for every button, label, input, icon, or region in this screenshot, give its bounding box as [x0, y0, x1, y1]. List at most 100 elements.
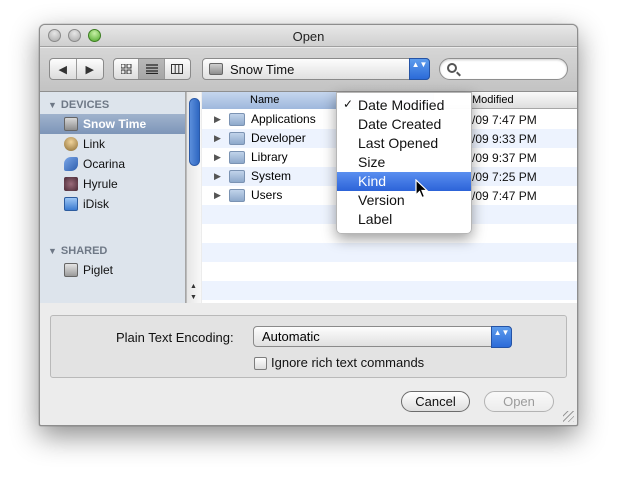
folder-icon: [229, 189, 245, 202]
sidebar-item-label: Hyrule: [83, 177, 118, 191]
sidebar-item-label: Ocarina: [83, 157, 126, 171]
menu-item-last-opened[interactable]: Last Opened: [337, 134, 471, 153]
ocarina-icon: [64, 157, 78, 171]
sidebar: ▼ DEVICES Snow Time Link Ocarina Hyrule i…: [40, 92, 186, 303]
toolbar: ◀ ▶ Snow Time ▲▼: [40, 48, 577, 92]
checkmark-icon: ✓: [343, 97, 354, 111]
menu-item-kind[interactable]: Kind: [337, 172, 471, 191]
encoding-label: Plain Text Encoding:: [116, 330, 234, 345]
title-bar: Open: [40, 25, 577, 47]
empty-row: [202, 281, 577, 300]
column-view-button[interactable]: [165, 59, 190, 79]
column-options-menu: ✓ Date Modified Date Created Last Opened…: [336, 92, 472, 234]
ignore-rich-text-label[interactable]: Ignore rich text commands: [271, 355, 424, 370]
sidebar-section-title: SHARED: [60, 245, 108, 257]
folder-icon: [229, 151, 245, 164]
popup-arrows-icon: ▲▼: [491, 326, 512, 348]
sidebar-item-piglet[interactable]: Piglet: [40, 260, 185, 280]
location-popup-label: Snow Time: [230, 62, 295, 77]
sidebar-section-shared[interactable]: ▼ SHARED: [48, 245, 107, 257]
sidebar-item-hyrule[interactable]: Hyrule: [40, 174, 185, 194]
file-date: /09 7:47 PM: [472, 113, 537, 127]
mouse-pointer-icon: [415, 179, 429, 199]
file-date: /09 7:47 PM: [472, 189, 537, 203]
back-arrow-icon: ◀: [58, 63, 67, 76]
folder-icon: [229, 132, 245, 145]
disclosure-triangle-icon: ▼: [48, 100, 57, 110]
disclosure-triangle-icon[interactable]: ▶: [214, 190, 221, 201]
link-icon: [64, 137, 78, 151]
disclosure-triangle-icon[interactable]: ▶: [214, 133, 221, 144]
file-name: Library: [251, 150, 288, 164]
navigation-segmented-control: ◀ ▶: [49, 58, 104, 80]
sidebar-item-label: Link: [83, 137, 106, 151]
file-date: /09 7:25 PM: [472, 170, 537, 184]
empty-row: [202, 262, 577, 281]
list-view-button[interactable]: [139, 59, 165, 79]
ignore-rich-text-checkbox[interactable]: [254, 357, 267, 370]
menu-item-version[interactable]: Version: [337, 191, 471, 210]
open-button[interactable]: Open: [484, 391, 554, 412]
menu-item-date-modified[interactable]: ✓ Date Modified: [337, 96, 471, 115]
idisk-icon: [64, 197, 78, 211]
sidebar-item-idisk[interactable]: iDisk: [40, 194, 185, 214]
hard-drive-icon: [64, 117, 78, 131]
sidebar-item-label: Snow Time: [83, 117, 147, 131]
disclosure-triangle-icon[interactable]: ▶: [214, 171, 221, 182]
menu-item-date-created[interactable]: Date Created: [337, 115, 471, 134]
sidebar-item-label: Piglet: [83, 263, 114, 277]
menu-item-size[interactable]: Size: [337, 153, 471, 172]
location-popup[interactable]: Snow Time ▲▼: [202, 58, 430, 80]
network-computer-icon: [64, 263, 78, 277]
sidebar-item-link[interactable]: Link: [40, 134, 185, 154]
column-view-icon: [171, 64, 184, 74]
resize-grip-icon[interactable]: [563, 411, 574, 422]
encoding-options-panel: Plain Text Encoding: Automatic ▲▼ Ignore…: [50, 315, 567, 378]
folder-icon: [229, 113, 245, 126]
list-view-icon: [145, 64, 158, 74]
back-button[interactable]: ◀: [50, 59, 77, 79]
empty-row: [202, 243, 577, 262]
sidebar-scrollbar[interactable]: ▲ ▼: [186, 92, 201, 303]
icon-view-button[interactable]: [114, 59, 140, 79]
scroll-down-arrow-icon[interactable]: ▼: [190, 294, 199, 301]
view-mode-segmented-control: [113, 58, 191, 80]
menu-item-label: Kind: [358, 173, 387, 189]
search-input[interactable]: [462, 61, 562, 77]
hard-drive-icon: [209, 63, 223, 75]
open-dialog-window: Open ◀ ▶ Snow Time ▲▼ ▼ DEVICES Snow Tim…: [39, 24, 578, 426]
icon-view-icon: [120, 64, 132, 74]
sidebar-section-devices[interactable]: ▼ DEVICES: [48, 99, 109, 111]
folder-icon: [229, 170, 245, 183]
file-name: System: [251, 169, 292, 183]
popup-arrows-icon: ▲▼: [409, 58, 430, 80]
menu-item-label: Date Modified: [358, 97, 445, 113]
file-name: Developer: [251, 131, 306, 145]
file-name: Applications: [251, 112, 316, 126]
hyrule-icon: [64, 177, 78, 191]
menu-item-label: Label: [358, 211, 393, 227]
file-name: Users: [251, 188, 283, 202]
sidebar-item-ocarina[interactable]: Ocarina: [40, 154, 185, 174]
sidebar-item-label: iDisk: [83, 197, 109, 211]
cancel-button[interactable]: Cancel: [401, 391, 470, 412]
disclosure-triangle-icon[interactable]: ▶: [214, 152, 221, 163]
scroll-up-arrow-icon[interactable]: ▲: [190, 283, 199, 290]
menu-item-label: Last Opened: [358, 135, 439, 151]
encoding-popup[interactable]: Automatic ▲▼: [253, 326, 512, 348]
disclosure-triangle-icon[interactable]: ▶: [214, 114, 221, 125]
menu-item-label: Date Created: [358, 116, 442, 132]
search-icon: [447, 63, 457, 73]
disclosure-triangle-icon: ▼: [48, 246, 57, 256]
search-field[interactable]: [439, 58, 568, 80]
encoding-popup-value: Automatic: [262, 329, 320, 344]
forward-button[interactable]: ▶: [77, 59, 103, 79]
scrollbar-thumb[interactable]: [189, 98, 200, 166]
modified-column-header[interactable]: Modified: [472, 94, 514, 106]
sidebar-section-title: DEVICES: [60, 99, 110, 111]
window-title: Open: [292, 29, 325, 44]
file-date: /09 9:37 PM: [472, 151, 537, 165]
file-date: /09 9:33 PM: [472, 132, 537, 146]
sidebar-item-snow-time[interactable]: Snow Time: [40, 114, 185, 134]
menu-item-label-option[interactable]: Label: [337, 210, 471, 229]
